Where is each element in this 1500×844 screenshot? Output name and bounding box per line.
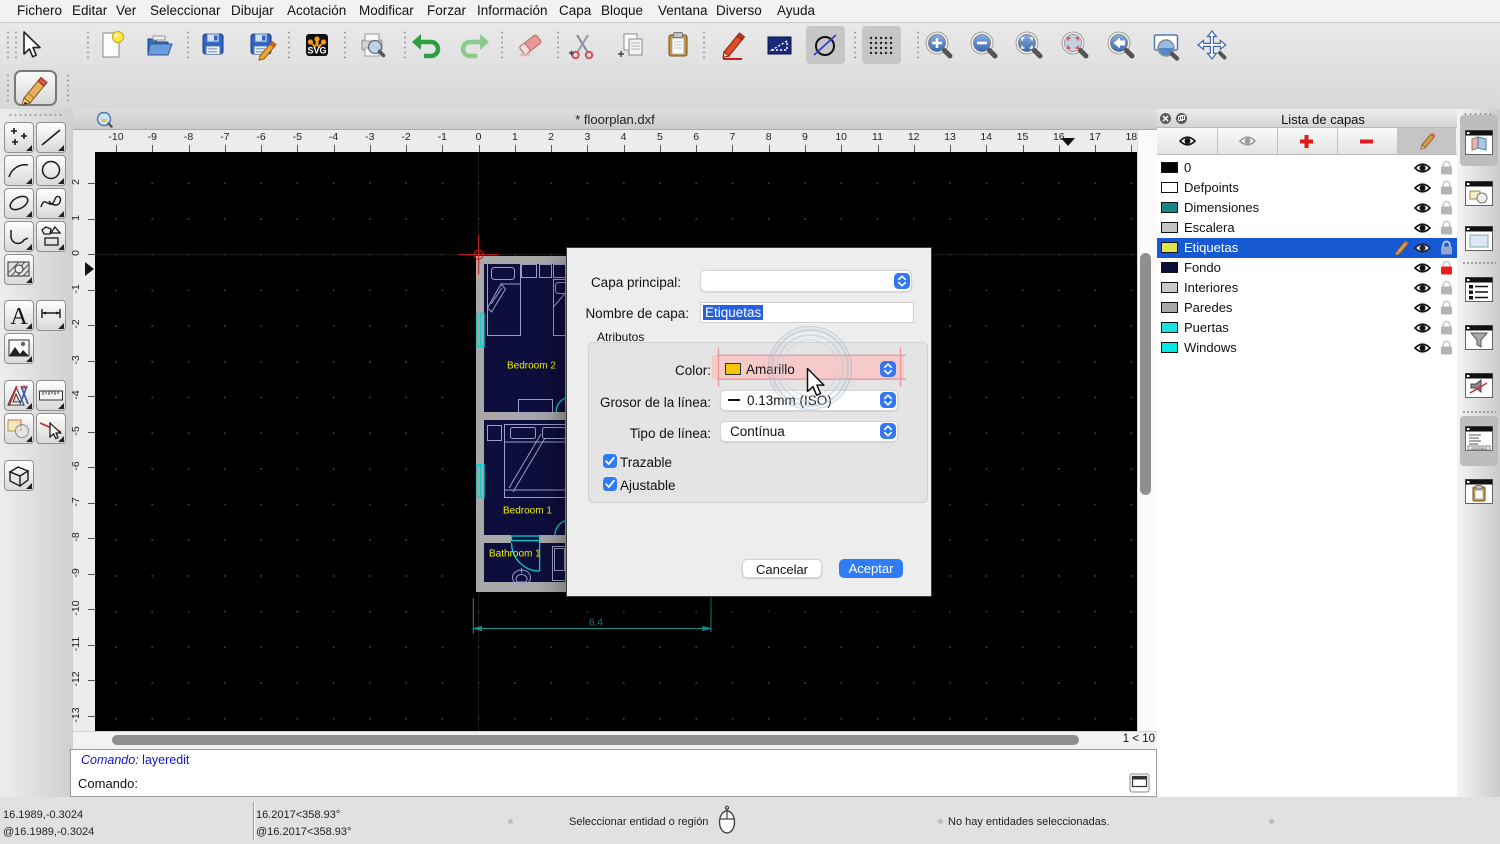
svg-text:Bathroom 1: Bathroom 1 <box>489 549 541 560</box>
svg-text:command: command <box>1471 447 1486 451</box>
svg-text:Bedroom 2: Bedroom 2 <box>507 361 556 372</box>
svg-text:Bedroom 1: Bedroom 1 <box>503 506 552 517</box>
svg-text:SVG: SVG <box>307 46 326 56</box>
svg-text:6.4: 6.4 <box>589 618 603 629</box>
